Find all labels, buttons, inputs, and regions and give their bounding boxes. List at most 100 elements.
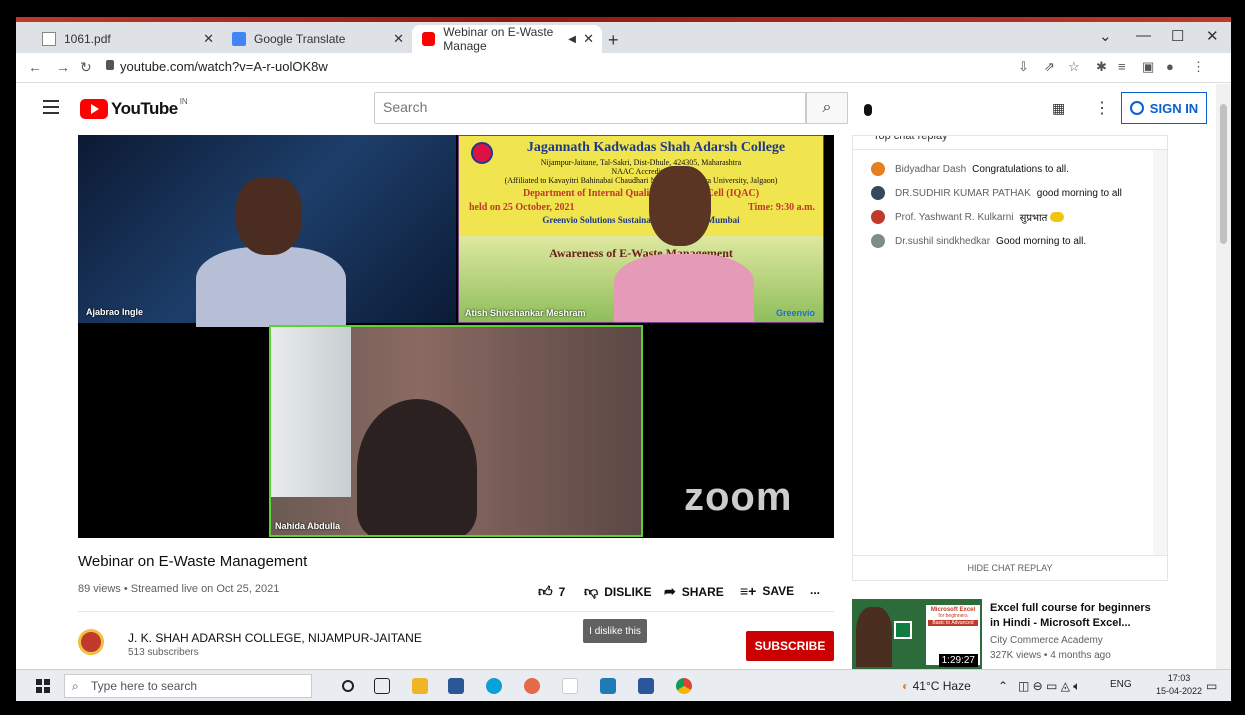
participant-person	[196, 177, 346, 327]
tab-label: Google Translate	[254, 32, 346, 46]
channel-avatar[interactable]	[78, 629, 104, 655]
profile-icon[interactable]: ●	[1166, 59, 1174, 74]
firefox-icon[interactable]	[524, 678, 540, 694]
browser-tabstrip: 1061.pdf ✕ Google Translate ✕ Webinar on…	[16, 17, 1231, 53]
participant-tile-2: Jagannath Kadwadas Shah Adarsh College N…	[458, 135, 824, 323]
chat-author: Dr.sushil sindkhedkar	[895, 235, 991, 247]
microphone-icon[interactable]	[864, 104, 872, 116]
install-icon[interactable]: ⇩	[1018, 59, 1029, 75]
taskbar-search-input[interactable]: ⌕ Type here to search	[64, 674, 312, 698]
chrome-icon[interactable]	[676, 678, 692, 694]
participant-person	[357, 399, 477, 535]
settings-more-icon[interactable]: ⋮	[1094, 98, 1110, 118]
back-icon[interactable]: ←	[28, 59, 42, 75]
chat-author: Prof. Yashwant R. Kulkarni	[895, 211, 1014, 223]
bookmark-icon[interactable]: ☆	[1068, 59, 1080, 75]
tab-pdf[interactable]: 1061.pdf ✕	[32, 25, 222, 53]
windows-start-icon[interactable]	[36, 679, 50, 693]
recommendation-thumbnail[interactable]: Microsoft Excel for beginners Basic to A…	[852, 599, 982, 671]
dislike-button[interactable]: 👎︎ DISLIKE	[584, 583, 652, 600]
maximize-button[interactable]: ☐	[1171, 27, 1184, 45]
tray-overflow-icon[interactable]: ⌃	[998, 679, 1008, 693]
minimize-button[interactable]: —	[1136, 27, 1151, 44]
chat-message: DR.SUDHIR KUMAR PATHAK good morning to a…	[871, 186, 1122, 200]
tab-search-icon[interactable]: ⌄	[1099, 27, 1112, 45]
participant-name: Atish Shivshankar Meshram	[465, 308, 586, 318]
task-view-icon[interactable]	[374, 678, 390, 694]
scrollbar-thumb[interactable]	[1220, 104, 1227, 244]
thumb-sub: for beginners	[938, 613, 968, 619]
new-tab-button[interactable]: +	[608, 30, 619, 51]
chat-message: Prof. Yashwant R. Kulkarni सुप्रभात	[871, 210, 1065, 224]
tray-icons[interactable]: ◫ ⊖ ▭ ◬ 🔈︎	[1018, 679, 1081, 694]
recommendation-meta: 327K views • 4 months ago	[990, 650, 1111, 661]
weather-widget[interactable]: ◐ 41°C Haze	[902, 679, 971, 693]
chat-header[interactable]: Top chat replay	[853, 136, 1167, 150]
video-duration: 1:29:27	[938, 654, 978, 667]
reload-icon[interactable]: ↻	[80, 59, 92, 76]
search-icon: ⌕	[822, 99, 832, 116]
file-explorer-icon[interactable]	[412, 678, 428, 694]
tab-webinar[interactable]: Webinar on E-Waste Manage ◀ ✕	[412, 25, 602, 53]
channel-name[interactable]: J. K. SHAH ADARSH COLLEGE, NIJAMPUR-JAIT…	[128, 631, 422, 645]
search-icon: ⌕	[72, 679, 79, 693]
chat-replay-panel: Top chat replay Bidyadhar Dash Congratul…	[852, 135, 1168, 581]
app-icon[interactable]	[562, 678, 578, 694]
save-label: SAVE	[762, 584, 795, 598]
url-field[interactable]: youtube.com/watch?v=A-r-uolOK8w	[120, 59, 328, 74]
video-title: Webinar on E-Waste Management	[78, 553, 308, 570]
save-button[interactable]: ≡+ SAVE	[740, 583, 794, 599]
chat-text: सुप्रभात	[1019, 213, 1048, 224]
chat-message: Dr.sushil sindkhedkar Good morning to al…	[871, 234, 1086, 248]
store-icon[interactable]	[448, 678, 464, 694]
youtube-play-icon	[80, 99, 108, 119]
chat-scrollbar[interactable]	[1153, 150, 1167, 560]
chat-author: DR.SUDHIR KUMAR PATHAK	[895, 187, 1031, 199]
share-icon[interactable]: ⇗	[1044, 59, 1055, 75]
tab-google-translate[interactable]: Google Translate ✕	[222, 25, 412, 53]
system-clock[interactable]: 17:03 15-04-2022	[1156, 672, 1202, 698]
youtube-logo[interactable]: YouTube IN	[80, 97, 188, 119]
top-accent-bar	[16, 17, 1231, 22]
close-icon[interactable]: ✕	[203, 31, 214, 47]
search-input[interactable]: Search	[374, 92, 806, 124]
sidepanel-icon[interactable]: ▣	[1142, 59, 1154, 75]
chat-text: Good morning to all.	[996, 235, 1087, 247]
close-window-button[interactable]: ✕	[1206, 27, 1219, 45]
tab-label: 1061.pdf	[64, 32, 111, 46]
like-button[interactable]: 👍︎ 7	[538, 583, 565, 600]
audio-icon[interactable]: ◀	[568, 34, 576, 45]
extensions-icon[interactable]: ✱	[1096, 59, 1107, 75]
video-player[interactable]: Ajabrao Ingle Jagannath Kadwadas Shah Ad…	[78, 135, 834, 538]
apps-grid-icon[interactable]: ▦	[1052, 100, 1065, 117]
edge-icon[interactable]	[486, 678, 502, 694]
page-scrollbar[interactable]	[1216, 84, 1231, 669]
recommendation-channel[interactable]: City Commerce Academy	[990, 635, 1103, 646]
notifications-icon[interactable]: ▭	[1206, 679, 1217, 693]
sign-in-label: SIGN IN	[1149, 100, 1199, 116]
hide-chat-replay-button[interactable]: HIDE CHAT REPLAY	[852, 555, 1168, 581]
thumbs-down-icon: 👎︎	[584, 583, 599, 599]
hamburger-menu-icon[interactable]	[43, 100, 59, 118]
cortana-icon[interactable]	[342, 680, 354, 692]
menu-icon[interactable]: ⋮	[1192, 59, 1205, 75]
desktop-screen: 1061.pdf ✕ Google Translate ✕ Webinar on…	[16, 17, 1231, 701]
user-icon	[1129, 101, 1144, 115]
language-indicator[interactable]: ENG	[1110, 679, 1132, 690]
slide-college: Jagannath Kadwadas Shah Adarsh College	[526, 140, 786, 155]
sign-in-button[interactable]: SIGN IN	[1121, 92, 1207, 124]
mail-icon[interactable]	[600, 678, 616, 694]
word-icon[interactable]	[638, 678, 654, 694]
forward-icon[interactable]: →	[56, 59, 70, 75]
subscribe-button[interactable]: SUBSCRIBE	[746, 631, 834, 661]
close-icon[interactable]: ✕	[393, 31, 404, 47]
more-actions-button[interactable]: ...	[810, 583, 820, 597]
share-button[interactable]: ➦ SHARE	[664, 583, 724, 600]
close-icon[interactable]: ✕	[583, 31, 594, 47]
clock-time: 17:03	[1167, 673, 1191, 683]
recommendation-title[interactable]: Excel full course for beginners in Hindi…	[990, 601, 1160, 631]
reading-list-icon[interactable]: ≡	[1118, 59, 1126, 74]
search-button[interactable]: ⌕	[806, 92, 848, 124]
share-label: SHARE	[681, 584, 724, 599]
chat-text: Congratulations to all.	[972, 163, 1069, 175]
